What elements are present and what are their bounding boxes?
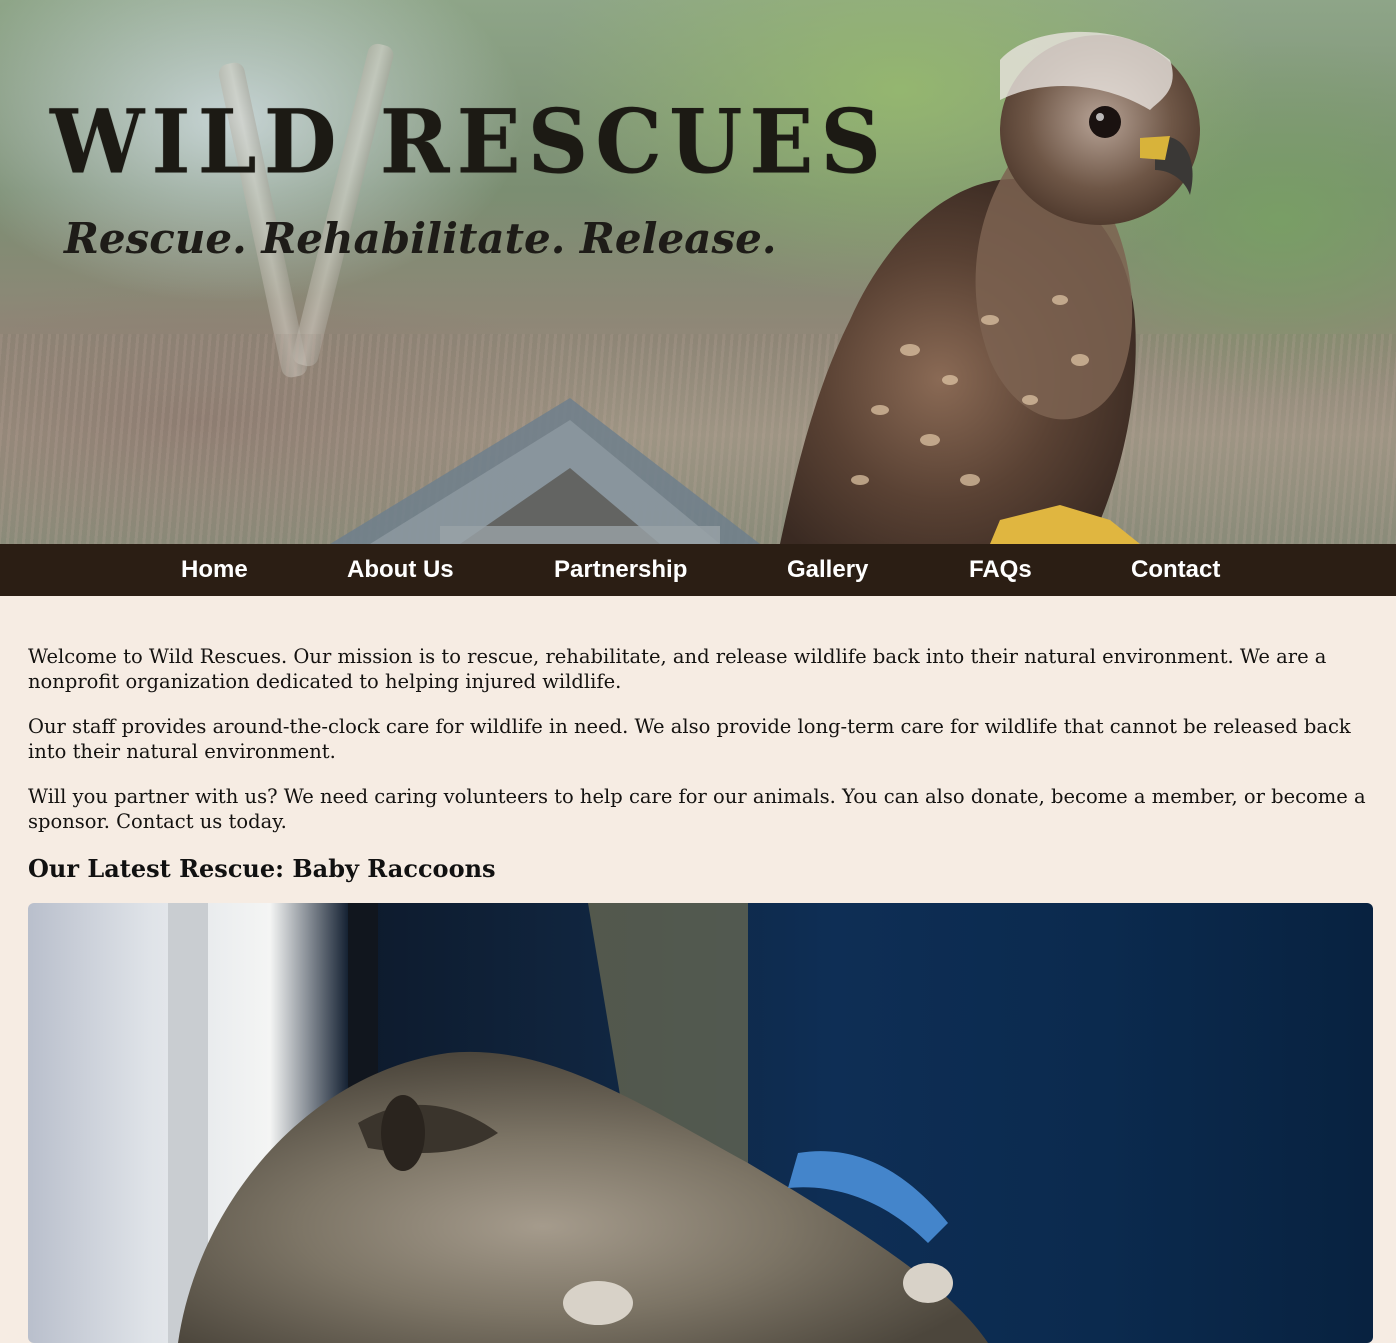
nav-link-partnership[interactable]: Partnership — [554, 556, 687, 584]
site-title: WILD RESCUES — [50, 89, 889, 194]
nav-link-faqs[interactable]: FAQs — [969, 556, 1032, 584]
site-tagline: Rescue. Rehabilitate. Release. — [64, 214, 777, 263]
nav-link-home[interactable]: Home — [181, 556, 248, 584]
nav-link-gallery[interactable]: Gallery — [787, 556, 868, 584]
hero-banner: WILD RESCUES Rescue. Rehabilitate. Relea… — [0, 0, 1396, 544]
intro-paragraph: Welcome to Wild Rescues. Our mission is … — [28, 645, 1327, 693]
nav-link-contact[interactable]: Contact — [1131, 556, 1220, 584]
staff-paragraph: Our staff provides around-the-clock care… — [28, 715, 1351, 763]
raccoon-photo — [28, 903, 1373, 1343]
latest-rescue-heading: Our Latest Rescue: Baby Raccoons — [28, 854, 496, 883]
raccoon-image — [168, 903, 988, 1343]
shed-image — [330, 398, 760, 544]
main-navigation: Home About Us Partnership Gallery FAQs C… — [0, 544, 1396, 596]
nav-link-about-us[interactable]: About Us — [347, 556, 454, 584]
partner-paragraph: Will you partner with us? We need caring… — [28, 785, 1366, 833]
main-content: Welcome to Wild Rescues. Our mission is … — [0, 596, 1396, 1343]
